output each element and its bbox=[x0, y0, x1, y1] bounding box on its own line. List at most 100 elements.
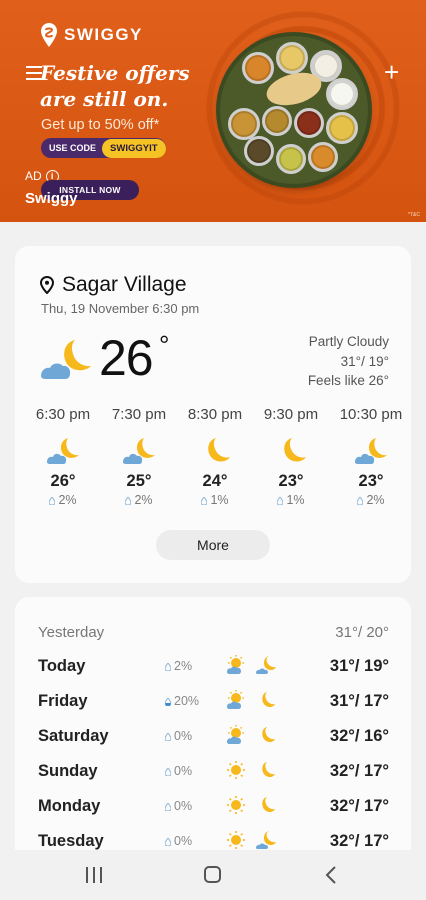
hour-rain: 2% bbox=[333, 493, 409, 507]
hour-time: 7:30 pm bbox=[111, 406, 167, 423]
raindrop-icon bbox=[49, 497, 56, 505]
day-temps: 32°/ 17° bbox=[329, 797, 389, 815]
hour-rain-value: 2% bbox=[58, 493, 77, 507]
hour-time: 6:30 pm bbox=[35, 406, 91, 423]
hour-temp: 23° bbox=[358, 472, 384, 490]
hour-time: 9:30 pm bbox=[263, 406, 319, 423]
hour-rain: 1% bbox=[253, 493, 329, 507]
sun-cloud-icon bbox=[227, 690, 244, 709]
day-rain-value: 0% bbox=[174, 834, 193, 848]
ad-headline: Festive offers are still on. bbox=[40, 60, 220, 112]
moon-cloud-icon bbox=[123, 438, 155, 464]
hourly-item: 7:30 pm 25° 2% bbox=[101, 406, 177, 507]
day-temps: 32°/ 17° bbox=[329, 762, 389, 780]
hour-rain-value: 1% bbox=[210, 493, 229, 507]
home-icon[interactable] bbox=[204, 866, 221, 883]
day-temps: 32°/ 16° bbox=[329, 727, 389, 745]
feels-like: Feels like 26° bbox=[307, 373, 389, 388]
sun-icon bbox=[227, 796, 245, 814]
hourly-item: 6:30 pm 26° 2% bbox=[25, 406, 101, 507]
hour-rain: 1% bbox=[177, 493, 253, 507]
hourly-item: 8:30 pm 24° 1% bbox=[177, 406, 253, 507]
day-temps: 31°/ 19° bbox=[329, 657, 389, 675]
hour-rain-value: 2% bbox=[366, 493, 385, 507]
moon-cloud-icon bbox=[256, 656, 276, 674]
day-rain: 0% bbox=[165, 799, 192, 813]
day-name: Sunday bbox=[38, 762, 98, 780]
yesterday-temps: 31°/ 20° bbox=[335, 624, 389, 641]
recents-icon[interactable] bbox=[86, 867, 102, 883]
swiggy-logo: SWIGGY bbox=[40, 22, 143, 48]
moon-icon bbox=[262, 762, 275, 777]
day-name: Saturday bbox=[38, 727, 109, 745]
location-pin-icon bbox=[40, 276, 54, 294]
advertiser-name: Swiggy bbox=[25, 190, 78, 207]
condition-block: Partly Cloudy 31°/ 19° Feels like 26° bbox=[308, 332, 389, 391]
current-temperature: 26 bbox=[99, 330, 154, 386]
moon-icon bbox=[262, 727, 275, 742]
current-weather-card[interactable]: Sagar Village Thu, 19 November 6:30 pm 2… bbox=[15, 246, 411, 583]
day-rain-value: 0% bbox=[174, 729, 193, 743]
day-temps: 32°/ 17° bbox=[329, 832, 389, 850]
hour-time: 10:30 pm bbox=[339, 406, 403, 423]
ad-banner[interactable]: SWIGGY Festive offers are still on. Get … bbox=[0, 0, 426, 222]
condition-text: Partly Cloudy bbox=[308, 334, 389, 349]
location-row[interactable]: Sagar Village bbox=[40, 273, 187, 297]
promo-code-pill: USE CODE SWIGGYIT bbox=[41, 138, 166, 158]
moon-icon bbox=[262, 692, 275, 707]
raindrop-half-icon bbox=[165, 698, 171, 706]
location-name: Sagar Village bbox=[62, 273, 187, 296]
hour-rain: 2% bbox=[101, 493, 177, 507]
sun-cloud-icon bbox=[227, 725, 244, 744]
hourly-forecast[interactable]: 6:30 pm 26° 2% 7:30 pm 25° 2% 8:30 pm 24… bbox=[15, 406, 411, 516]
ad-text: AD bbox=[25, 169, 42, 183]
sun-icon bbox=[227, 761, 245, 779]
moon-icon bbox=[262, 797, 275, 812]
raindrop-icon bbox=[357, 497, 364, 505]
yesterday-label: Yesterday bbox=[38, 624, 105, 641]
moon-cloud-icon bbox=[355, 438, 387, 464]
hour-rain: 2% bbox=[25, 493, 101, 507]
daily-row-today[interactable]: Today 2% 31°/ 19° bbox=[15, 655, 411, 692]
back-icon[interactable] bbox=[324, 865, 338, 885]
day-rain: 0% bbox=[165, 729, 192, 743]
raindrop-icon bbox=[165, 768, 171, 776]
day-temps: 31°/ 17° bbox=[329, 692, 389, 710]
hour-temp: 23° bbox=[278, 472, 304, 490]
day-name: Friday bbox=[38, 692, 88, 710]
day-name: Today bbox=[38, 657, 86, 675]
day-rain: 20% bbox=[165, 694, 199, 708]
hour-rain-value: 1% bbox=[286, 493, 305, 507]
day-rain-value: 0% bbox=[174, 764, 193, 778]
daily-row-friday[interactable]: Friday 20% 31°/ 17° bbox=[15, 690, 411, 727]
daily-row-monday[interactable]: Monday 0% 32°/ 17° bbox=[15, 796, 411, 832]
hour-temp: 25° bbox=[126, 472, 152, 490]
raindrop-icon bbox=[165, 838, 171, 846]
more-button[interactable]: More bbox=[156, 530, 270, 560]
thali-image bbox=[220, 36, 368, 184]
hour-time: 8:30 pm bbox=[187, 406, 243, 423]
raindrop-icon bbox=[165, 663, 171, 671]
day-name: Monday bbox=[38, 797, 101, 815]
swiggy-pin-icon bbox=[41, 23, 57, 47]
hi-lo-temps: 31°/ 19° bbox=[340, 353, 389, 369]
daily-row-saturday[interactable]: Saturday 0% 32°/ 16° bbox=[15, 725, 411, 762]
moon-cloud-icon bbox=[256, 831, 276, 849]
terms-label: *T&C bbox=[408, 212, 420, 218]
raindrop-icon bbox=[125, 497, 132, 505]
daily-forecast-card[interactable]: Yesterday 31°/ 20° Today 2% 31°/ 19° Fri… bbox=[15, 597, 411, 867]
daily-row-sunday[interactable]: Sunday 0% 32°/ 17° bbox=[15, 761, 411, 797]
moon-cloud-icon bbox=[41, 340, 91, 379]
hour-temp: 24° bbox=[202, 472, 228, 490]
raindrop-icon bbox=[165, 803, 171, 811]
hour-rain-value: 2% bbox=[134, 493, 153, 507]
day-rain-value: 20% bbox=[174, 694, 200, 708]
brand-name: SWIGGY bbox=[64, 25, 143, 44]
hour-temp: 26° bbox=[50, 472, 76, 490]
raindrop-icon bbox=[277, 497, 284, 505]
day-rain: 0% bbox=[165, 764, 192, 778]
day-rain-value: 0% bbox=[174, 799, 193, 813]
current-datetime: Thu, 19 November 6:30 pm bbox=[41, 301, 200, 316]
expand-plus-icon[interactable]: + bbox=[384, 59, 399, 85]
moon-icon bbox=[208, 438, 230, 462]
